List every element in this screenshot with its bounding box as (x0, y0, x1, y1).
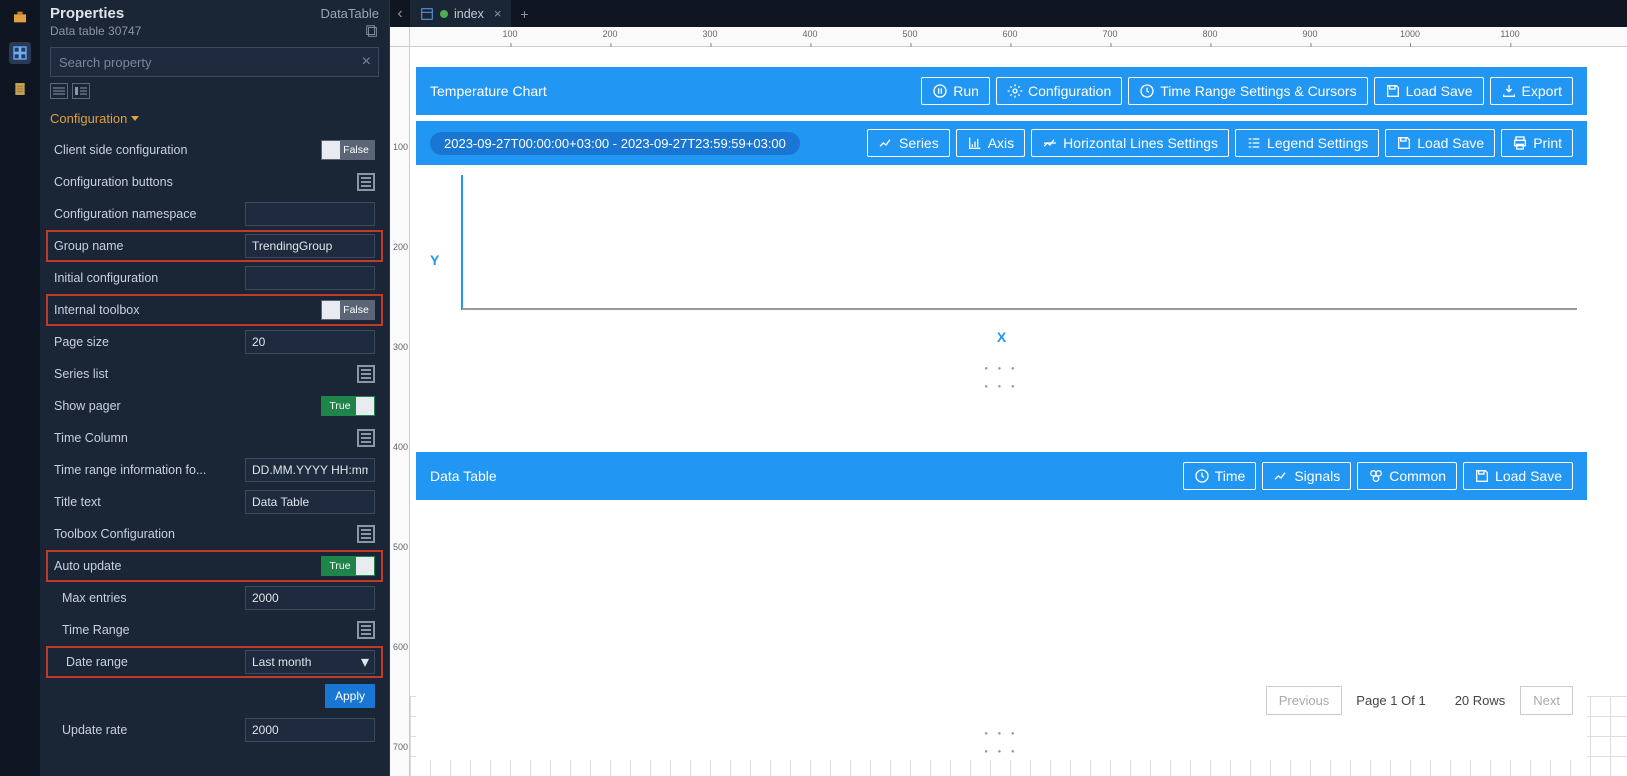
toggle-show-pager[interactable]: True (321, 396, 375, 416)
run-button[interactable]: Run (921, 77, 990, 105)
apply-button[interactable]: Apply (325, 684, 375, 708)
prop-label: Max entries (54, 591, 237, 605)
properties-title: Properties (50, 5, 124, 22)
prop-label: Show pager (54, 399, 313, 413)
prop-label: Group name (54, 239, 237, 253)
input-initial-config[interactable] (245, 266, 375, 290)
document-icon[interactable] (9, 78, 31, 100)
prop-label: Configuration namespace (54, 207, 237, 221)
prop-label: Auto update (54, 559, 313, 573)
x-axis-label: X (997, 329, 1006, 345)
date-range-pill[interactable]: 2023-09-27T00:00:00+03:00 - 2023-09-27T2… (430, 132, 800, 155)
ruler-vertical: 100 200 300 400 500 600 700 (390, 47, 410, 776)
prop-label: Configuration buttons (54, 175, 349, 189)
previous-button[interactable]: Previous (1266, 686, 1343, 715)
datatable-body (416, 500, 1587, 680)
list-editor-icon[interactable] (357, 429, 375, 447)
input-title-text[interactable] (245, 490, 375, 514)
properties-subtitle: Data table 30747 (50, 24, 141, 38)
select-date-range[interactable]: Last month (245, 650, 375, 674)
tab-page-icon (420, 7, 434, 21)
time-range-settings-button[interactable]: Time Range Settings & Cursors (1128, 77, 1367, 105)
load-save-button-3[interactable]: Load Save (1463, 462, 1573, 490)
signals-button[interactable]: Signals (1262, 462, 1351, 490)
view-list-icon[interactable] (50, 83, 68, 99)
chart-plot-area: Y X (416, 165, 1587, 355)
left-rail (0, 0, 40, 776)
tab-close-icon[interactable]: × (494, 6, 502, 21)
page-indicator: Page 1 Of 1 (1342, 687, 1439, 714)
prop-label: Time Column (54, 431, 349, 445)
input-config-namespace[interactable] (245, 202, 375, 226)
export-button[interactable]: Export (1490, 77, 1573, 105)
input-update-rate[interactable] (245, 718, 375, 742)
canvas[interactable]: Temperature Chart Run Configuration Time… (410, 47, 1627, 776)
toggle-client-side-config[interactable]: False (321, 140, 375, 160)
toolbox-icon[interactable] (9, 6, 31, 28)
search-input[interactable] (50, 47, 379, 77)
toggle-internal-toolbox[interactable]: False (321, 300, 375, 320)
prop-label: Internal toolbox (54, 303, 313, 317)
list-editor-icon[interactable] (357, 525, 375, 543)
prop-label: Time range information fo... (54, 463, 237, 477)
layout-icon[interactable] (9, 42, 31, 64)
common-button[interactable]: Common (1357, 462, 1457, 490)
main-area: ‹ index × + 100 200 300 400 500 600 700 … (390, 0, 1627, 776)
pager: Previous Page 1 Of 1 20 Rows Next (416, 680, 1587, 720)
resize-handle[interactable]: ● ● ●● ● ● (416, 720, 1587, 760)
unsaved-dot-icon (440, 10, 448, 18)
tab-bar: ‹ index × + (390, 0, 1627, 27)
next-button[interactable]: Next (1520, 686, 1573, 715)
ruler-horizontal: 100 200 300 400 500 600 700 800 900 1000… (410, 27, 1627, 47)
tab-add-icon[interactable]: + (512, 0, 536, 27)
rows-indicator[interactable]: 20 Rows (1440, 686, 1521, 715)
load-save-button[interactable]: Load Save (1374, 77, 1484, 105)
input-max-entries[interactable] (245, 586, 375, 610)
properties-panel: Properties DataTable Data table 30747 × … (40, 0, 390, 776)
y-axis-label: Y (430, 252, 439, 268)
input-page-size[interactable] (245, 330, 375, 354)
caret-down-icon (131, 116, 139, 121)
tab-label: index (454, 7, 484, 21)
tab-prev-icon[interactable]: ‹ (390, 0, 410, 27)
legend-settings-button[interactable]: Legend Settings (1235, 129, 1379, 157)
search-clear-icon[interactable]: × (362, 53, 371, 71)
time-button[interactable]: Time (1183, 462, 1257, 490)
prop-label: Initial configuration (54, 271, 237, 285)
prop-label: Date range (54, 655, 237, 669)
prop-label: Toolbox Configuration (54, 527, 349, 541)
horizontal-lines-button[interactable]: Horizontal Lines Settings (1031, 129, 1229, 157)
section-configuration[interactable]: Configuration (40, 103, 389, 134)
datatable-title: Data Table (430, 468, 497, 484)
load-save-button-2[interactable]: Load Save (1385, 129, 1495, 157)
axis-button[interactable]: Axis (956, 129, 1025, 157)
input-time-range-info[interactable] (245, 458, 375, 482)
ruler-corner (390, 27, 410, 47)
data-table-widget[interactable]: Data Table Time Signals Common Load Save… (416, 452, 1587, 760)
configuration-button[interactable]: Configuration (996, 77, 1122, 105)
series-button[interactable]: Series (867, 129, 950, 157)
print-button[interactable]: Print (1501, 129, 1573, 157)
list-editor-icon[interactable] (357, 621, 375, 639)
toggle-auto-update[interactable]: True (321, 556, 375, 576)
prop-label: Page size (54, 335, 237, 349)
prop-label: Update rate (54, 723, 237, 737)
list-editor-icon[interactable] (357, 173, 375, 191)
chart-title: Temperature Chart (430, 83, 547, 99)
view-detail-icon[interactable] (72, 83, 90, 99)
prop-label: Title text (54, 495, 237, 509)
properties-type: DataTable (320, 6, 379, 21)
tab-index[interactable]: index × (410, 0, 512, 27)
copy-icon[interactable] (365, 24, 379, 38)
list-editor-icon[interactable] (357, 365, 375, 383)
temperature-chart-widget[interactable]: Temperature Chart Run Configuration Time… (416, 67, 1587, 395)
resize-handle[interactable]: ● ● ●● ● ● (416, 355, 1587, 395)
prop-label: Time Range (54, 623, 349, 637)
prop-label: Series list (54, 367, 349, 381)
prop-label: Client side configuration (54, 143, 313, 157)
input-group-name[interactable] (245, 234, 375, 258)
